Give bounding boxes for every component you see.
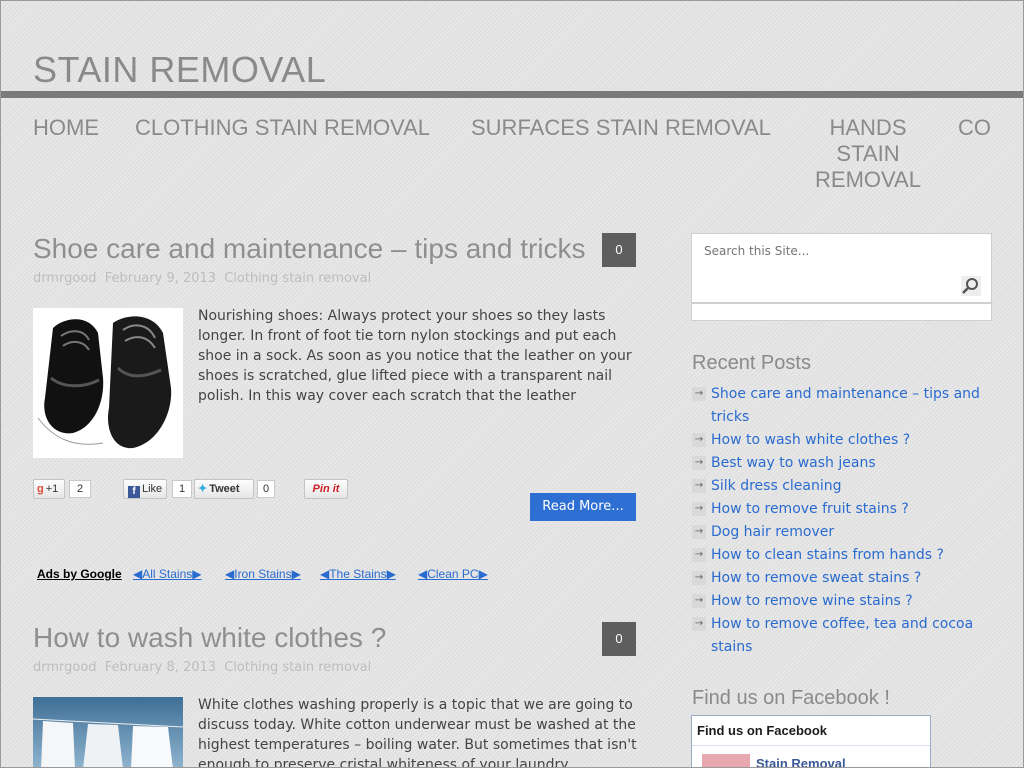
facebook-box-header[interactable]: Find us on Facebook — [692, 716, 930, 746]
ad-link[interactable]: ◀All Stains▶ — [133, 567, 201, 581]
arrow-right-icon: → — [692, 502, 706, 516]
recent-post-link[interactable]: How to clean stains from hands ? — [711, 547, 944, 563]
recent-post-link[interactable]: How to wash white clothes ? — [711, 432, 910, 448]
search-button[interactable] — [961, 276, 981, 296]
list-item: → Silk dress cleaning — [692, 475, 992, 498]
recent-post-link[interactable]: Shoe care and maintenance – tips and tri… — [711, 386, 980, 425]
header-divider — [1, 91, 1023, 98]
post-title[interactable]: How to wash white clothes ? — [33, 622, 386, 654]
google-plus-icon: g — [37, 483, 44, 495]
search-widget-footer — [691, 303, 992, 321]
facebook-page-thumbnail[interactable] — [702, 754, 750, 767]
post-thumbnail-shoes[interactable] — [33, 308, 183, 458]
nav-more[interactable]: CO — [958, 115, 991, 141]
read-more-button[interactable]: Read More... — [530, 493, 636, 521]
arrow-right-icon: → — [692, 617, 706, 631]
comment-count[interactable]: 0 — [602, 233, 636, 267]
post-author[interactable]: drmrgood — [33, 271, 97, 286]
search-icon — [962, 278, 978, 294]
post-meta: drmrgood February 8, 2013 Clothing stain… — [33, 660, 375, 675]
post-meta: drmrgood February 9, 2013 Clothing stain… — [33, 271, 375, 286]
recent-post-link[interactable]: How to remove wine stains ? — [711, 593, 913, 609]
post-author[interactable]: drmrgood — [33, 660, 97, 675]
list-item: → How to wash white clothes ? — [692, 429, 992, 452]
comment-count[interactable]: 0 — [602, 622, 636, 656]
arrow-right-icon: → — [692, 456, 706, 470]
recent-post-link[interactable]: Dog hair remover — [711, 524, 834, 540]
recent-posts-title: Recent Posts — [692, 352, 811, 374]
ads-by-google-label[interactable]: Ads by Google — [37, 567, 122, 581]
facebook-icon: f — [128, 486, 140, 498]
post-excerpt: White clothes washing properly is a topi… — [198, 697, 637, 768]
recent-post-link[interactable]: How to remove sweat stains ? — [711, 570, 921, 586]
ad-link[interactable]: ◀Clean PC▶ — [418, 567, 488, 581]
post-category[interactable]: Clothing stain removal — [224, 271, 371, 286]
list-item: → Dog hair remover — [692, 521, 992, 544]
recent-posts-list: → Shoe care and maintenance – tips and tr… — [692, 383, 992, 659]
arrow-right-icon: → — [692, 433, 706, 447]
list-item: → Shoe care and maintenance – tips and tr… — [692, 383, 992, 429]
list-item: → How to remove fruit stains ? — [692, 498, 992, 521]
facebook-like-count: 1 — [172, 480, 192, 498]
search-input[interactable] — [704, 244, 954, 258]
tweet-count: 0 — [257, 480, 275, 498]
twitter-bird-icon: ✦ — [198, 483, 208, 495]
recent-post-link[interactable]: Silk dress cleaning — [711, 478, 842, 494]
facebook-like-button[interactable]: f Like — [123, 479, 167, 499]
post-category[interactable]: Clothing stain removal — [224, 660, 371, 675]
page-frame: STAIN REMOVAL HOME CLOTHING STAIN REMOVA… — [0, 0, 1024, 768]
list-item: → How to remove coffee, tea and cocoa sta… — [692, 613, 992, 659]
facebook-like-box: Find us on Facebook Stain Removal — [691, 715, 931, 767]
arrow-right-icon: → — [692, 525, 706, 539]
arrow-right-icon: → — [692, 479, 706, 493]
arrow-right-icon: → — [692, 387, 706, 401]
nav-home[interactable]: HOME — [33, 115, 99, 141]
list-item: → How to remove wine stains ? — [692, 590, 992, 613]
post-thumbnail-white-clothes[interactable] — [33, 697, 183, 767]
list-item: → How to remove sweat stains ? — [692, 567, 992, 590]
recent-post-link[interactable]: Best way to wash jeans — [711, 455, 876, 471]
post-date: February 9, 2013 — [104, 271, 217, 286]
recent-post-link[interactable]: How to remove fruit stains ? — [711, 501, 909, 517]
list-item: → Best way to wash jeans — [692, 452, 992, 475]
facebook-widget-title: Find us on Facebook ! — [692, 687, 890, 709]
nav-hands-stain-removal[interactable]: HANDS STAIN REMOVAL — [810, 115, 926, 193]
tweet-button[interactable]: ✦ Tweet — [194, 479, 254, 499]
post-title[interactable]: Shoe care and maintenance – tips and tri… — [33, 233, 586, 265]
site-title[interactable]: STAIN REMOVAL — [33, 49, 326, 91]
facebook-page-link[interactable]: Stain Removal — [756, 756, 846, 767]
post-date: February 8, 2013 — [104, 660, 217, 675]
list-item: → How to clean stains from hands ? — [692, 544, 992, 567]
google-plus-button[interactable]: g +1 — [33, 479, 65, 499]
arrow-right-icon: → — [692, 548, 706, 562]
nav-clothing-stain-removal[interactable]: CLOTHING STAIN REMOVAL — [135, 115, 430, 141]
search-widget — [691, 233, 992, 303]
ad-link[interactable]: ◀The Stains▶ — [320, 567, 396, 581]
recent-post-link[interactable]: How to remove coffee, tea and cocoa stai… — [711, 616, 973, 655]
pinterest-button[interactable]: Pin it — [304, 479, 348, 499]
arrow-right-icon: → — [692, 571, 706, 585]
post-excerpt: Nourishing shoes: Always protect your sh… — [198, 308, 632, 404]
arrow-right-icon: → — [692, 594, 706, 608]
ad-link[interactable]: ◀Iron Stains▶ — [225, 567, 301, 581]
google-plus-count: 2 — [69, 480, 91, 498]
nav-surfaces-stain-removal[interactable]: SURFACES STAIN REMOVAL — [471, 115, 771, 141]
